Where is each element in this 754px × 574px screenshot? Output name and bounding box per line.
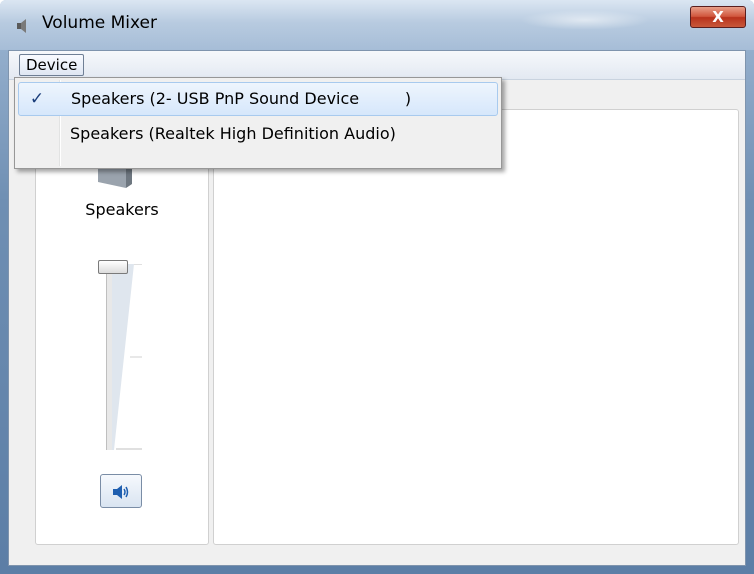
menu-item-label: Speakers (2- USB PnP Sound Device ) [71, 89, 412, 108]
menu-item-realtek-speakers[interactable]: Speakers (Realtek High Definition Audio) [18, 118, 498, 152]
volume-level-wedge [112, 264, 142, 450]
menu-device[interactable]: Device [19, 54, 85, 76]
device-dropdown-menu: ✓ Speakers (2- USB PnP Sound Device ) Sp… [14, 77, 502, 169]
mute-button[interactable] [100, 474, 142, 508]
checkmark-icon: ✓ [29, 89, 45, 109]
menu-bar: Device [9, 51, 745, 80]
volume-slider-thumb[interactable] [98, 260, 128, 274]
menu-item-usb-speakers[interactable]: ✓ Speakers (2- USB PnP Sound Device ) [18, 82, 498, 116]
device-panel: Speakers [35, 109, 209, 545]
menu-item-label: Speakers (Realtek High Definition Audio) [70, 124, 396, 143]
close-button[interactable]: X [690, 6, 746, 28]
window-title: Volume Mixer [42, 13, 158, 33]
window-frame: Volume Mixer X Device Speakers ✓ Speaker… [0, 0, 754, 574]
speaker-volume-icon [113, 485, 129, 499]
title-glow [520, 10, 650, 30]
speaker-icon [17, 19, 26, 33]
applications-panel [213, 109, 739, 545]
title-bar[interactable]: Volume Mixer X [0, 0, 754, 50]
device-label: Speakers [85, 200, 159, 219]
